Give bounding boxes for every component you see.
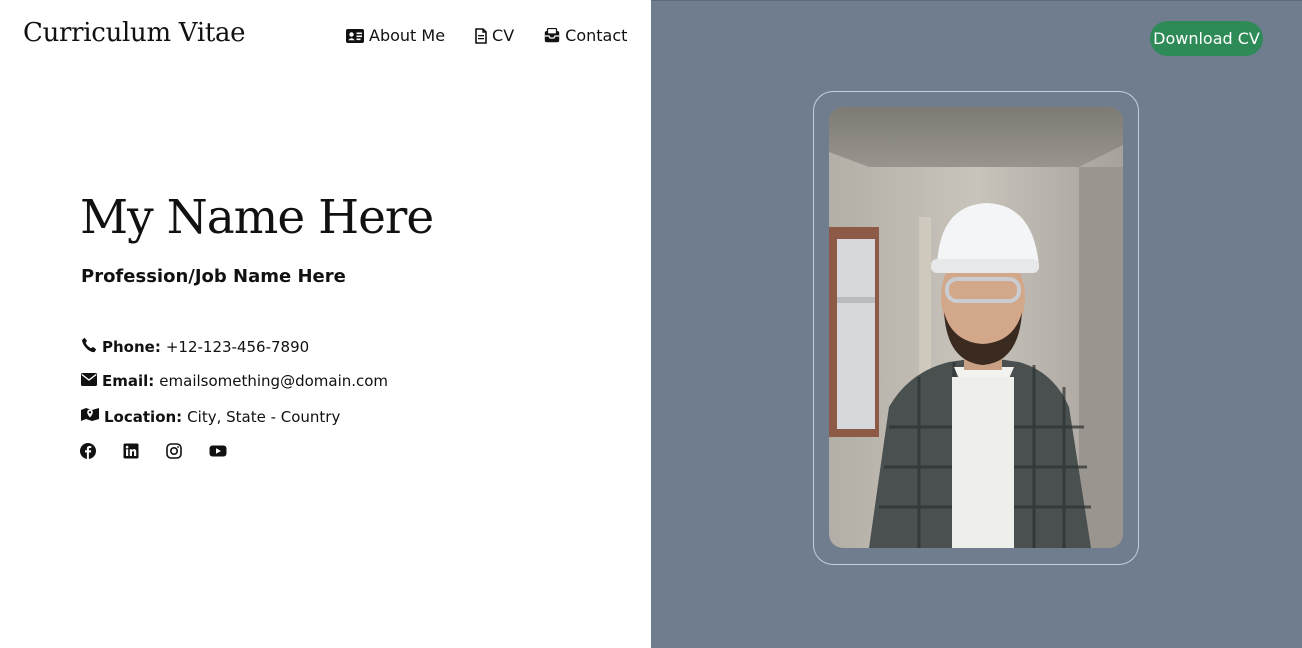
nav-cv-label: CV [492,26,515,45]
nav-about-me[interactable]: About Me [346,26,445,45]
document-icon [475,27,487,44]
instagram-icon[interactable] [166,443,182,459]
social-links [80,443,227,459]
youtube-icon[interactable] [209,443,227,459]
profession-title: Profession/Job Name Here [81,266,346,287]
nav-contact-label: Contact [565,26,628,45]
linkedin-icon[interactable] [123,443,139,459]
email-label: Email: [102,372,155,390]
person-name: My Name Here [80,190,434,245]
id-card-icon [346,28,364,43]
envelope-icon [81,372,97,390]
nav-contact[interactable]: Contact [544,26,627,45]
location-row: Location: City, State - Country [81,407,340,426]
left-panel [0,0,651,648]
phone-label: Phone: [102,338,161,356]
nav-about-me-label: About Me [369,26,446,45]
phone-icon [81,337,97,357]
main-nav: About Me CV Contact [346,26,627,45]
phone-value: +12-123-456-7890 [165,338,310,356]
map-location-icon [81,407,99,426]
location-label: Location: [104,407,183,426]
profile-photo [829,107,1123,548]
download-cv-button[interactable]: Download CV [1150,21,1263,56]
nav-cv[interactable]: CV [475,26,514,45]
inbox-icon [544,28,560,43]
facebook-icon[interactable] [80,443,96,459]
email-value: emailsomething@domain.com [159,372,389,390]
location-value: City, State - Country [187,407,341,426]
site-brand[interactable]: Curriculum Vitae [23,18,246,48]
phone-row: Phone: +12-123-456-7890 [81,337,309,357]
email-row: Email: emailsomething@domain.com [81,372,388,390]
